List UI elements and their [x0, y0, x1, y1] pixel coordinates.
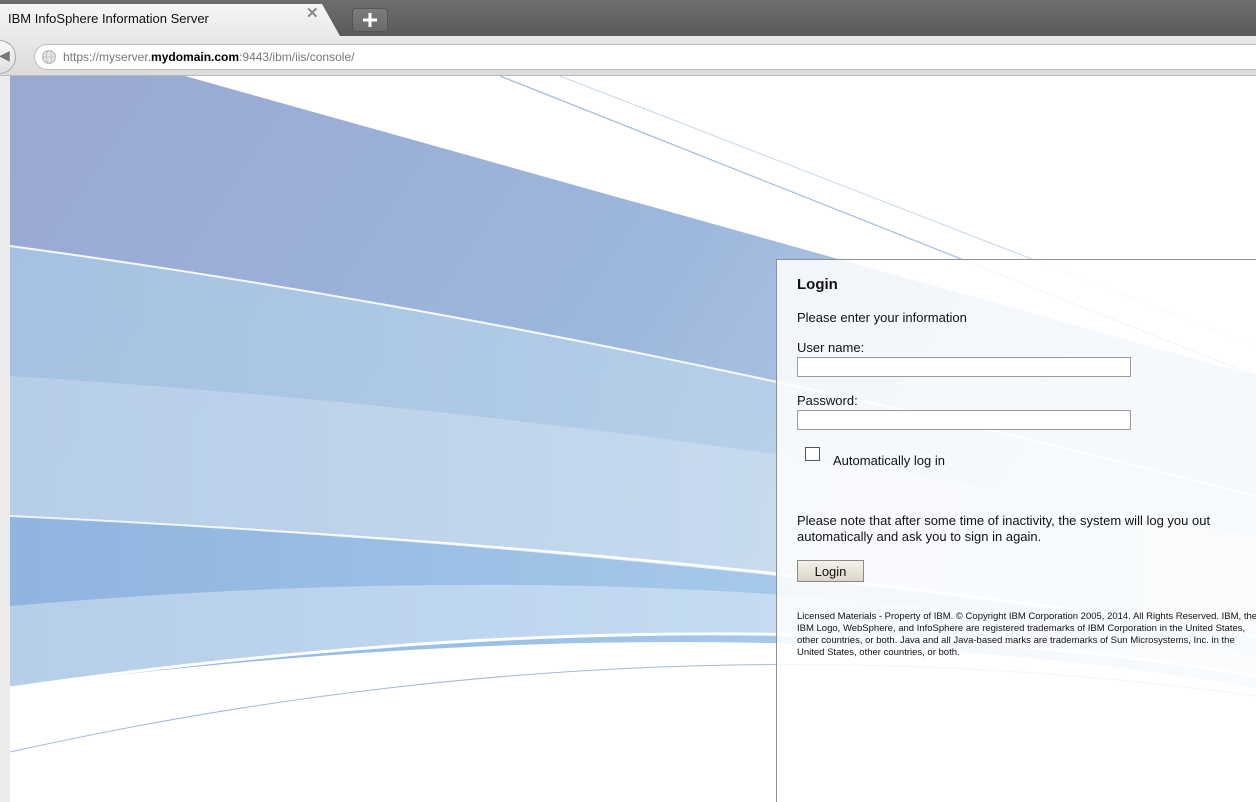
- new-tab-button[interactable]: [352, 8, 388, 32]
- back-arrow-icon: ◀: [0, 47, 10, 63]
- close-icon[interactable]: ✕: [306, 6, 319, 22]
- login-subtitle: Please enter your information: [797, 310, 967, 325]
- login-button[interactable]: Login: [797, 560, 864, 582]
- globe-icon: [42, 50, 56, 64]
- address-bar[interactable]: https://myserver.mydomain.com:9443/ibm/i…: [34, 44, 1256, 70]
- auto-login-checkbox[interactable]: [805, 447, 820, 461]
- url-text: https://myserver.mydomain.com:9443/ibm/i…: [63, 50, 354, 64]
- back-button[interactable]: ◀: [0, 40, 16, 74]
- url-domain: mydomain.com: [151, 50, 240, 64]
- copyright-notice: Licensed Materials - Property of IBM. © …: [797, 611, 1256, 658]
- login-title: Login: [797, 276, 838, 293]
- url-suffix: :9443/ibm/iis/console/: [239, 50, 355, 64]
- username-field[interactable]: [797, 357, 1131, 377]
- plus-icon: [363, 13, 377, 27]
- inactivity-note: Please note that after some time of inac…: [797, 513, 1211, 544]
- navigation-bar: ◀ https://myserver.mydomain.com:9443/ibm…: [0, 36, 1256, 76]
- tab-title: IBM InfoSphere Information Server: [8, 11, 209, 26]
- username-label: User name:: [797, 340, 865, 355]
- tab-strip: IBM InfoSphere Information Server ✕: [0, 0, 1256, 36]
- login-page: Login Please enter your information User…: [0, 76, 1256, 802]
- browser-window: IBM InfoSphere Information Server ✕ ◀ ht…: [0, 0, 1256, 802]
- login-panel: Login Please enter your information User…: [776, 259, 1256, 802]
- password-label: Password:: [797, 393, 858, 408]
- auto-login-label: Automatically log in: [833, 453, 945, 468]
- password-field[interactable]: [797, 410, 1131, 430]
- url-prefix: https://myserver.: [63, 50, 152, 64]
- browser-tab[interactable]: IBM InfoSphere Information Server: [0, 4, 340, 36]
